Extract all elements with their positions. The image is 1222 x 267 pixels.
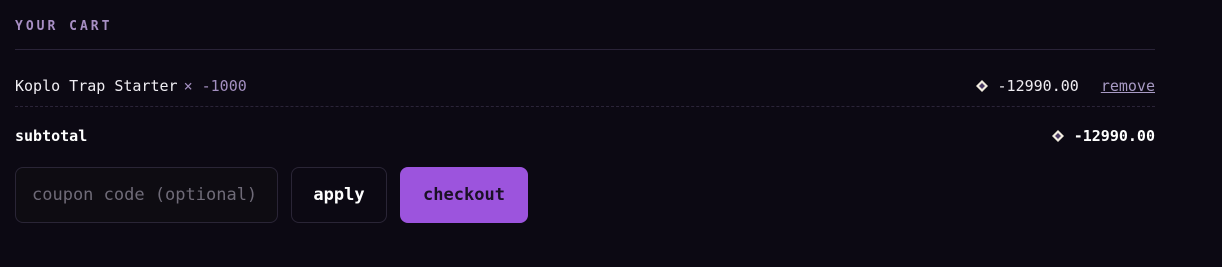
cart-item-row: Koplo Trap Starter × -1000 -12990.00 remo… bbox=[15, 72, 1155, 100]
item-divider bbox=[15, 106, 1155, 107]
cart-controls: apply checkout bbox=[15, 167, 528, 223]
subtotal-label: subtotal bbox=[15, 127, 88, 145]
diamond-gem-icon bbox=[975, 80, 988, 92]
cart-title: YOUR CART bbox=[15, 19, 113, 34]
subtotal-row: subtotal -12990.00 bbox=[15, 122, 1155, 150]
checkout-button[interactable]: checkout bbox=[400, 167, 528, 223]
item-price-group: -12990.00 remove bbox=[975, 72, 1155, 100]
apply-coupon-button[interactable]: apply bbox=[291, 167, 387, 223]
title-divider bbox=[15, 49, 1155, 50]
coupon-code-input[interactable] bbox=[15, 167, 278, 223]
item-quantity: × -1000 bbox=[183, 77, 247, 95]
remove-item-link[interactable]: remove bbox=[1101, 72, 1155, 100]
subtotal-value-group: -12990.00 bbox=[1051, 122, 1155, 150]
subtotal-value: -12990.00 bbox=[1073, 127, 1155, 145]
item-name: Koplo Trap Starter bbox=[15, 77, 178, 95]
item-price: -12990.00 bbox=[997, 77, 1079, 95]
diamond-gem-icon bbox=[1051, 130, 1064, 142]
